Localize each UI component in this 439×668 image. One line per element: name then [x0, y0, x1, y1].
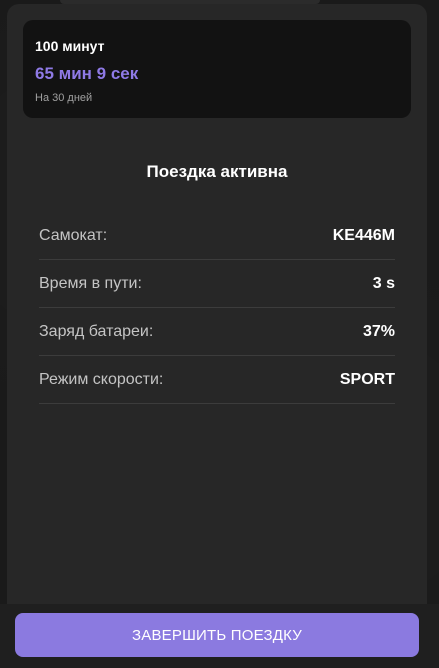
info-label: Режим скорости:: [39, 370, 164, 388]
end-ride-button[interactable]: ЗАВЕРШИТЬ ПОЕЗДКУ: [15, 613, 419, 657]
info-value: KE446M: [332, 226, 395, 244]
info-label: Самокат:: [39, 226, 108, 244]
info-row-battery: Заряд батареи: 37%: [39, 308, 395, 356]
subscription-remaining: 65 мин 9 сек: [35, 64, 139, 83]
info-label: Время в пути:: [39, 274, 142, 292]
info-row-travel-time: Время в пути: 3 s: [39, 260, 395, 308]
info-value: SPORT: [339, 370, 395, 388]
ride-status-title: Поездка активна: [146, 162, 288, 181]
subscription-card: 100 минут 65 мин 9 сек На 30 дней: [23, 20, 411, 118]
info-value: 37%: [362, 322, 395, 340]
subscription-title: 100 минут: [35, 38, 105, 54]
page: 100 минут 65 мин 9 сек На 30 дней Поездк…: [0, 0, 439, 668]
info-row-scooter: Самокат: KE446M: [39, 212, 395, 260]
info-label: Заряд батареи:: [39, 322, 154, 340]
info-row-speed-mode: Режим скорости: SPORT: [39, 356, 395, 404]
subscription-period: На 30 дней: [35, 92, 93, 104]
ride-sheet: 100 минут 65 мин 9 сек На 30 дней Поездк…: [7, 4, 427, 668]
info-value: 3 s: [372, 274, 395, 292]
